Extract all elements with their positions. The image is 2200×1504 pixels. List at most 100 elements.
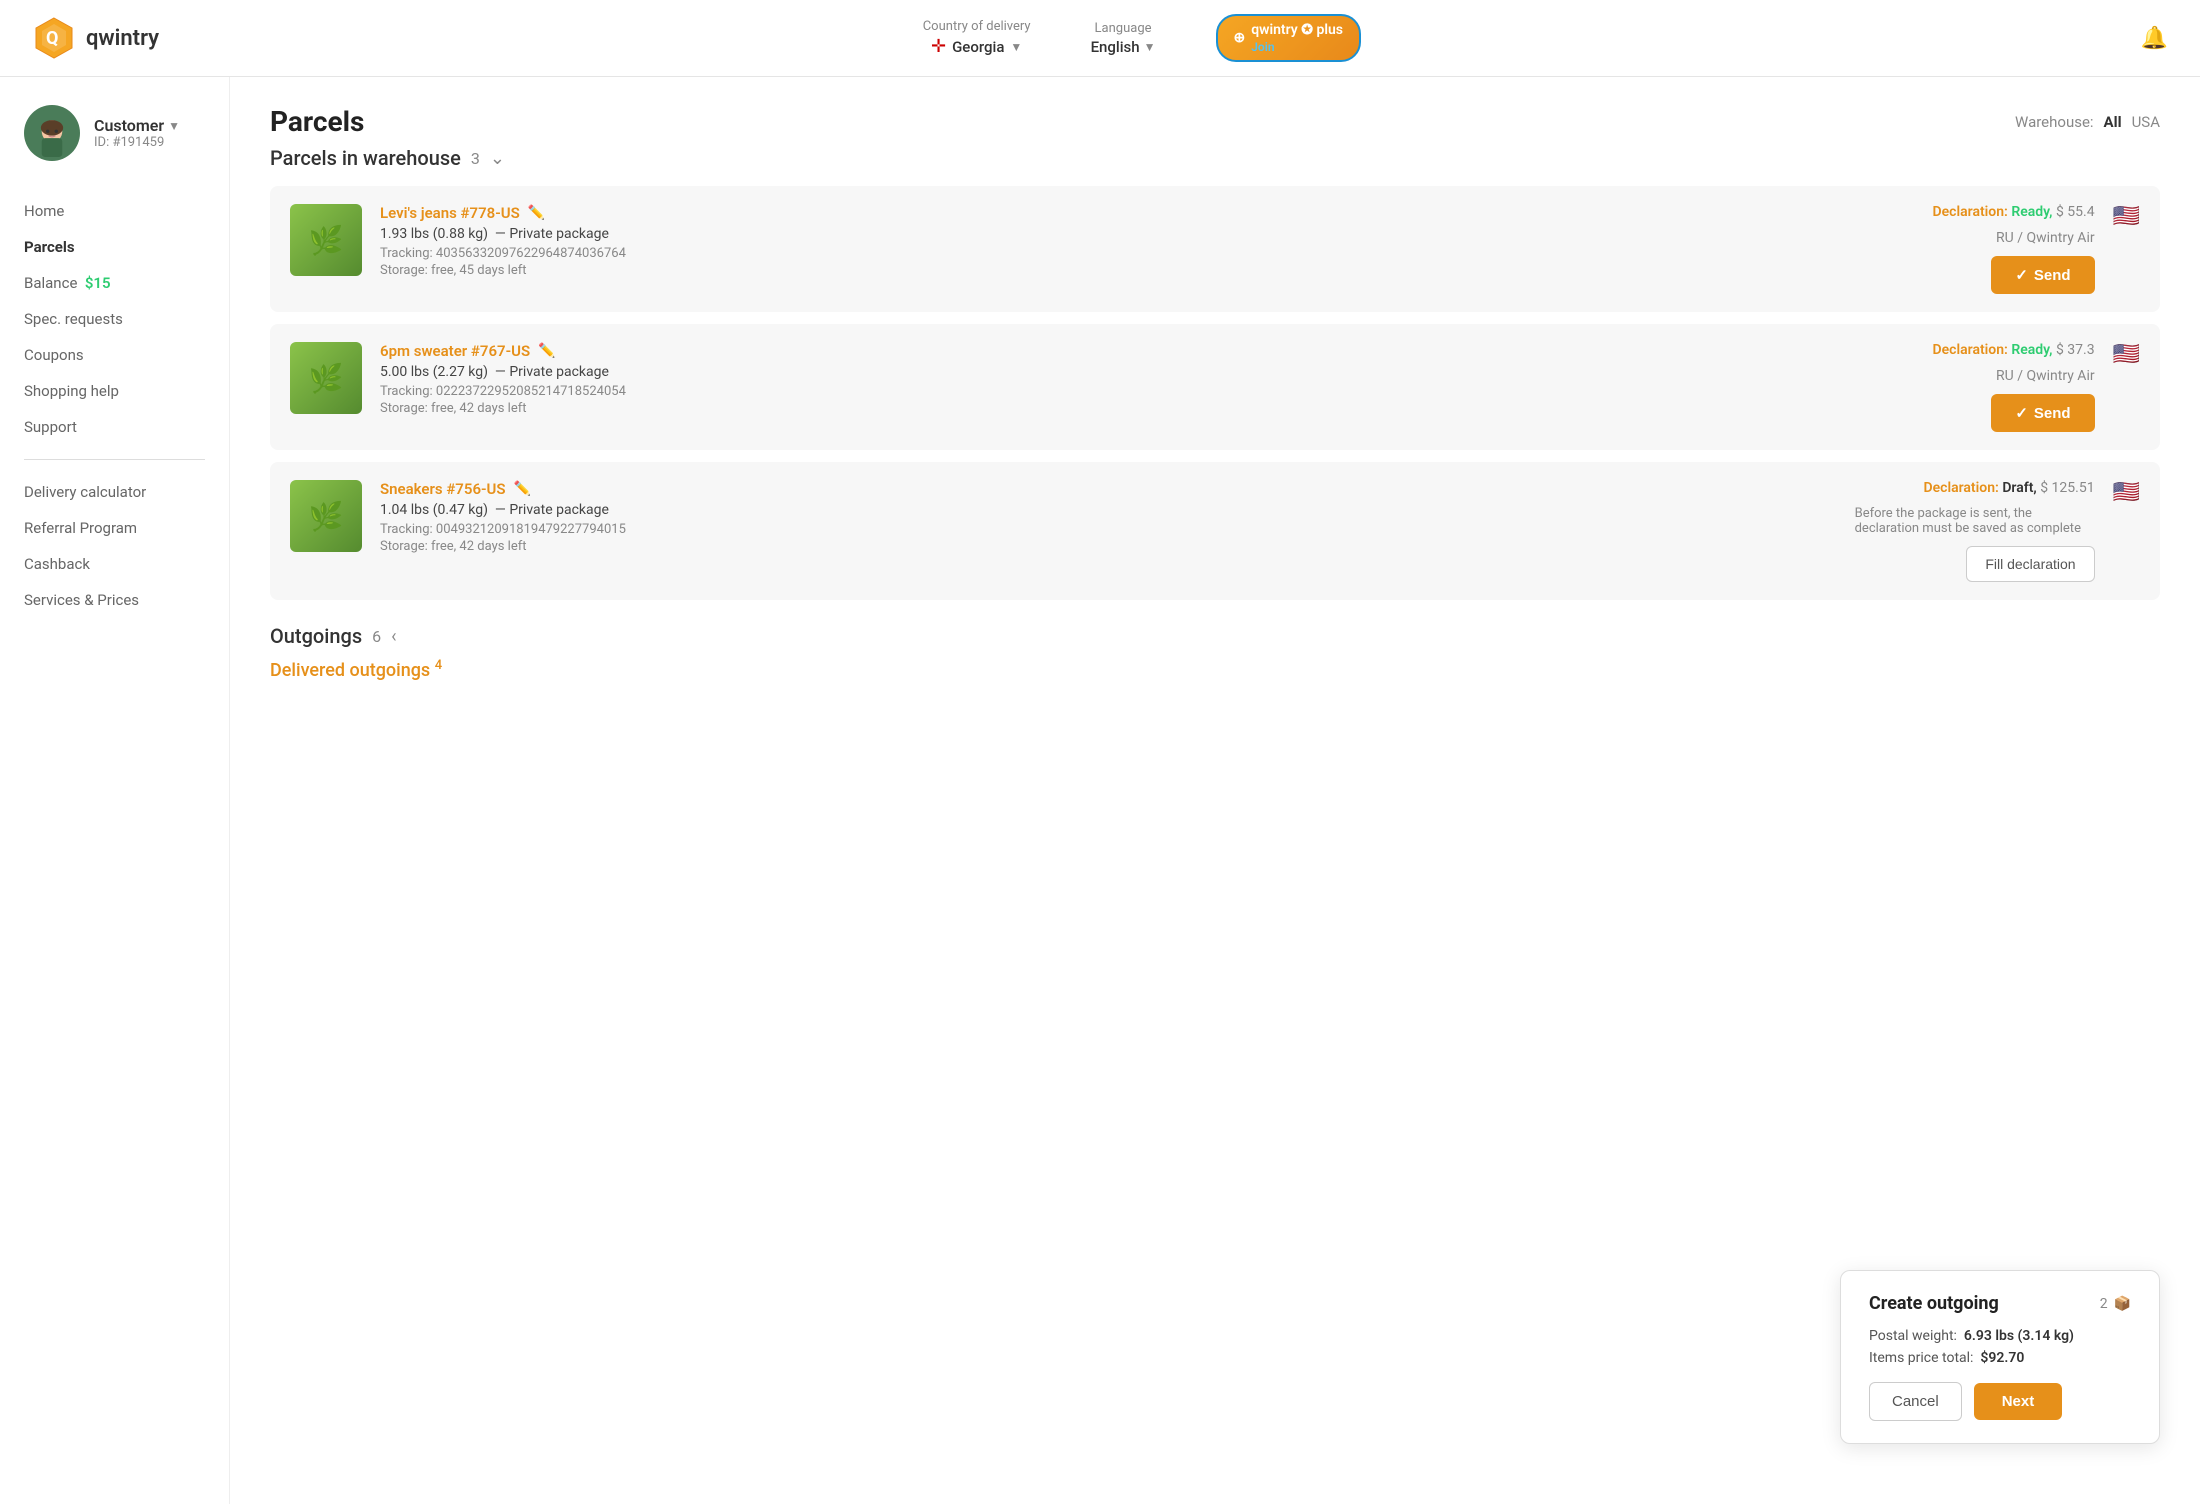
parcels-section-header[interactable]: Parcels in warehouse 3 ⌄ [270,146,2160,170]
delivered-outgoings-link[interactable]: Delivered outgoings 4 [270,658,2160,681]
parcel-card-3: 🌿 Sneakers #756-US ✏️ 1.04 lbs (0.47 kg)… [270,462,2160,600]
plus-badge-text: qwintry ✪ plus [1251,22,1343,38]
warehouse-usa[interactable]: USA [2132,113,2160,131]
parcel-name-2[interactable]: 6pm sweater #767-US ✏️ [380,342,1817,360]
us-flag-2: 🇺🇸 [2113,342,2140,367]
user-name[interactable]: Customer ▼ [94,116,180,135]
sidebar-item-support[interactable]: Support [24,409,205,445]
declaration-line-1: Declaration: Ready, $ 55.4 [1933,204,2095,220]
parcel-edit-icon-2[interactable]: ✏️ [538,343,555,359]
svg-text:Q: Q [46,28,58,49]
checkmark-icon-1: ✓ [2015,266,2028,284]
declaration-status-2: Ready, [2011,342,2052,358]
create-outgoing-header: Create outgoing 2 📦 [1869,1293,2131,1314]
declaration-price-2: $ 37.3 [2056,342,2095,358]
parcel-storage-3: Storage: free, 42 days left [380,539,1817,554]
warehouse-label: Warehouse: [2015,113,2094,131]
parcel-info-2: 6pm sweater #767-US ✏️ 5.00 lbs (2.27 kg… [380,342,1817,416]
send-label-2: Send [2034,405,2071,422]
nav-list-2: Delivery calculator Referral Program Cas… [24,474,205,618]
section-title: Parcels in warehouse [270,146,461,170]
sidebar-item-shopping-help[interactable]: Shopping help [24,373,205,409]
sidebar-item-coupons[interactable]: Coupons [24,337,205,373]
sidebar: Customer ▼ ID: #191459 Home Parcels Bala… [0,77,230,1504]
outgoings-collapse-icon[interactable]: ‹ [391,626,396,647]
us-flag-1: 🇺🇸 [2113,204,2140,229]
outgoings-count: 6 [372,627,381,646]
parcel-name-3[interactable]: Sneakers #756-US ✏️ [380,480,1817,498]
section-count: 3 [471,149,480,168]
us-flag-3: 🇺🇸 [2113,480,2140,505]
user-area: Customer ▼ ID: #191459 [24,105,205,161]
declaration-line-3: Declaration: Draft, $ 125.51 [1924,480,2095,496]
parcel-info-3: Sneakers #756-US ✏️ 1.04 lbs (0.47 kg) —… [380,480,1817,554]
country-delivery-value[interactable]: ✛ Georgia ▼ [931,36,1022,57]
language-selector[interactable]: English ▼ [1091,38,1156,56]
items-price-label: Items price total: [1869,1350,1973,1366]
nav-list: Home Parcels Balance $15 Spec. requests … [24,193,205,445]
sidebar-item-cashback[interactable]: Cashback [24,546,205,582]
country-label: Country of delivery [923,19,1031,34]
declaration-status-1: Ready, [2011,204,2052,220]
next-button[interactable]: Next [1974,1383,2063,1420]
plus-badge[interactable]: ⊕ qwintry ✪ plus Join [1216,14,1361,62]
fill-declaration-button[interactable]: Fill declaration [1966,546,2094,582]
package-icon: 📦 [2114,1296,2131,1312]
declaration-status-3: Draft, [2002,480,2036,496]
header: Q qwintry Country of delivery ✛ Georgia … [0,0,2200,77]
parcel-name-1[interactable]: Levi's jeans #778-US ✏️ [380,204,1817,222]
outgoings-title: Outgoings [270,624,362,648]
layout: Customer ▼ ID: #191459 Home Parcels Bala… [0,77,2200,1504]
language-area[interactable]: Language English ▼ [1091,21,1156,56]
parcel-image-2: 🌿 [290,342,362,414]
plus-badge-wrap[interactable]: ⊕ qwintry ✪ plus Join [1216,14,1361,62]
main-content: Parcels Warehouse: All USA Parcels in wa… [230,77,2200,1504]
sidebar-item-referral[interactable]: Referral Program [24,510,205,546]
cancel-button[interactable]: Cancel [1869,1382,1962,1421]
logo-icon: Q [32,16,76,60]
parcel-tracking-1: Tracking: 40356332097622964874036764 [380,246,1817,261]
checkmark-icon-2: ✓ [2015,404,2028,422]
language-name: English [1091,38,1140,56]
parcel-thumb-2: 🌿 [290,342,362,414]
sidebar-item-services-prices[interactable]: Services & Prices [24,582,205,618]
sidebar-item-spec-requests[interactable]: Spec. requests [24,301,205,337]
join-link[interactable]: Join [1251,40,1343,54]
page-title: Parcels [270,105,364,138]
parcel-edit-icon-1[interactable]: ✏️ [528,205,545,221]
panel-actions: Cancel Next [1869,1382,2131,1421]
postal-weight-label: Postal weight: [1869,1328,1957,1344]
declaration-price-3: $ 125.51 [2040,480,2094,496]
postal-weight-value: 6.93 lbs (3.14 kg) [1964,1328,2074,1344]
logo-text: qwintry [86,26,159,51]
nav-divider [24,459,205,460]
language-chevron-icon: ▼ [1144,40,1156,54]
parcel-edit-icon-3[interactable]: ✏️ [514,481,531,497]
warehouse-all[interactable]: All [2104,113,2122,131]
country-delivery[interactable]: Country of delivery ✛ Georgia ▼ [923,19,1031,57]
georgia-flag: ✛ [931,36,946,57]
send-button-2[interactable]: ✓ Send [1991,394,2094,432]
declaration-label-1: Declaration: [1933,204,2008,220]
balance-amount: $15 [85,274,111,292]
language-label: Language [1095,21,1152,36]
parcel-actions-2: Declaration: Ready, $ 37.3 RU / Qwintry … [1835,342,2095,432]
sidebar-item-home[interactable]: Home [24,193,205,229]
parcel-storage-2: Storage: free, 42 days left [380,401,1817,416]
items-price-row: Items price total: $92.70 [1869,1350,2131,1366]
parcel-thumb-3: 🌿 [290,480,362,552]
sidebar-item-delivery-calculator[interactable]: Delivery calculator [24,474,205,510]
parcel-name-text-2: 6pm sweater #767-US [380,342,530,360]
bell-icon[interactable]: 🔔 [2141,26,2168,51]
parcel-info-1: Levi's jeans #778-US ✏️ 1.93 lbs (0.88 k… [380,204,1817,278]
sidebar-item-balance[interactable]: Balance $15 [24,265,205,301]
send-button-1[interactable]: ✓ Send [1991,256,2094,294]
avatar [24,105,80,161]
sidebar-item-parcels[interactable]: Parcels [24,229,205,265]
parcel-weight-1: 1.93 lbs (0.88 kg) — Private package [380,226,1817,242]
avatar-image [28,109,76,157]
declaration-line-2: Declaration: Ready, $ 37.3 [1933,342,2095,358]
user-info: Customer ▼ ID: #191459 [94,116,180,150]
send-label-1: Send [2034,267,2071,284]
parcel-storage-1: Storage: free, 45 days left [380,263,1817,278]
